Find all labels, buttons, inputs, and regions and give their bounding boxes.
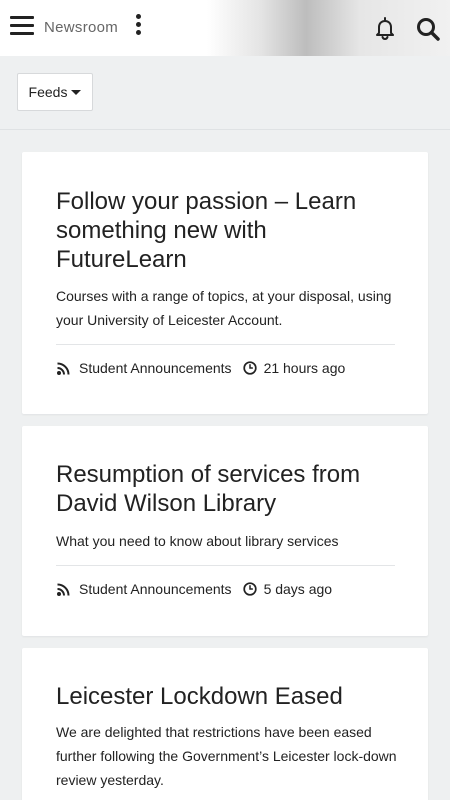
- card-title: Resumption of services from David Wilson…: [56, 461, 361, 517]
- card-description: What you need to know about library serv…: [56, 533, 339, 549]
- card-time: 5 days ago: [263, 581, 333, 597]
- card-description: Courses with a range of topics, at your …: [56, 288, 392, 328]
- card-feed-name[interactable]: Student Announcements: [79, 581, 232, 597]
- clock-icon: [242, 361, 257, 375]
- card-meta: Student Announcements 5 days ago: [56, 579, 332, 599]
- card-title: Leicester Lockdown Eased: [56, 683, 343, 710]
- card-meta: Student Announcements 21 hours ago: [56, 358, 345, 378]
- more-vertical-icon[interactable]: [133, 14, 143, 40]
- card-time: 21 hours ago: [263, 360, 346, 376]
- card-divider: [56, 565, 395, 566]
- search-icon[interactable]: [415, 16, 441, 42]
- clock-icon: [242, 582, 257, 596]
- news-card[interactable]: Resumption of services from David Wilson…: [22, 426, 428, 636]
- filter-bar: Feeds: [0, 56, 450, 130]
- feeds-dropdown-button[interactable]: Feeds: [17, 73, 93, 111]
- card-title: Follow your passion – Learn something ne…: [56, 188, 357, 273]
- bell-icon[interactable]: [372, 15, 398, 41]
- news-card[interactable]: Leicester Lockdown Eased We are delighte…: [22, 648, 428, 800]
- rss-icon: [57, 362, 70, 375]
- rss-icon: [57, 583, 70, 596]
- card-divider: [56, 344, 395, 345]
- hamburger-menu-icon[interactable]: [10, 16, 34, 40]
- caret-down-icon: [71, 90, 82, 95]
- feeds-label: Feeds: [28, 84, 68, 100]
- app-bar: Newsroom: [0, 0, 450, 56]
- card-description: We are delighted that restrictions have …: [56, 724, 397, 788]
- card-feed-name[interactable]: Student Announcements: [79, 360, 232, 376]
- app-title: Newsroom: [44, 19, 119, 36]
- news-card[interactable]: Follow your passion – Learn something ne…: [22, 152, 428, 414]
